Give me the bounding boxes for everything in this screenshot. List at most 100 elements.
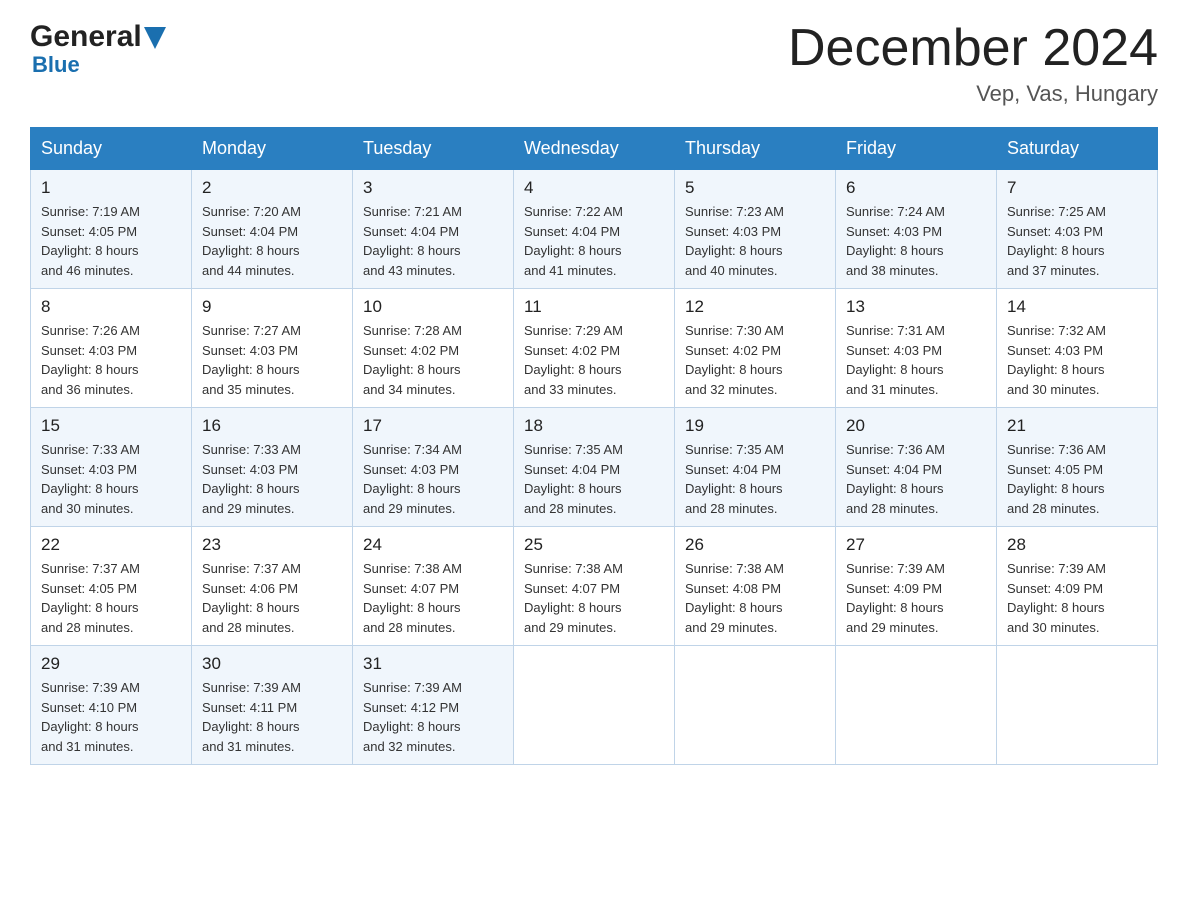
day-number: 7 — [1007, 178, 1147, 198]
header-tuesday: Tuesday — [353, 128, 514, 170]
table-row: 18 Sunrise: 7:35 AMSunset: 4:04 PMDayligh… — [514, 408, 675, 527]
day-number: 4 — [524, 178, 664, 198]
day-number: 12 — [685, 297, 825, 317]
table-row: 15 Sunrise: 7:33 AMSunset: 4:03 PMDayligh… — [31, 408, 192, 527]
day-info: Sunrise: 7:29 AMSunset: 4:02 PMDaylight:… — [524, 321, 664, 399]
table-row: 8 Sunrise: 7:26 AMSunset: 4:03 PMDaylight… — [31, 289, 192, 408]
day-number: 26 — [685, 535, 825, 555]
day-number: 18 — [524, 416, 664, 436]
table-row: 1 Sunrise: 7:19 AMSunset: 4:05 PMDaylight… — [31, 170, 192, 289]
table-row — [675, 646, 836, 765]
table-row: 7 Sunrise: 7:25 AMSunset: 4:03 PMDaylight… — [997, 170, 1158, 289]
day-info: Sunrise: 7:39 AMSunset: 4:09 PMDaylight:… — [1007, 559, 1147, 637]
table-row: 30 Sunrise: 7:39 AMSunset: 4:11 PMDayligh… — [192, 646, 353, 765]
day-info: Sunrise: 7:39 AMSunset: 4:11 PMDaylight:… — [202, 678, 342, 756]
day-info: Sunrise: 7:20 AMSunset: 4:04 PMDaylight:… — [202, 202, 342, 280]
day-number: 15 — [41, 416, 181, 436]
day-info: Sunrise: 7:28 AMSunset: 4:02 PMDaylight:… — [363, 321, 503, 399]
location: Vep, Vas, Hungary — [788, 81, 1158, 107]
table-row: 24 Sunrise: 7:38 AMSunset: 4:07 PMDayligh… — [353, 527, 514, 646]
day-info: Sunrise: 7:35 AMSunset: 4:04 PMDaylight:… — [524, 440, 664, 518]
header-saturday: Saturday — [997, 128, 1158, 170]
day-number: 31 — [363, 654, 503, 674]
title-area: December 2024 Vep, Vas, Hungary — [788, 20, 1158, 107]
day-number: 14 — [1007, 297, 1147, 317]
table-row: 31 Sunrise: 7:39 AMSunset: 4:12 PMDayligh… — [353, 646, 514, 765]
day-info: Sunrise: 7:33 AMSunset: 4:03 PMDaylight:… — [41, 440, 181, 518]
month-title: December 2024 — [788, 20, 1158, 77]
table-row: 16 Sunrise: 7:33 AMSunset: 4:03 PMDayligh… — [192, 408, 353, 527]
day-info: Sunrise: 7:39 AMSunset: 4:12 PMDaylight:… — [363, 678, 503, 756]
header-friday: Friday — [836, 128, 997, 170]
day-number: 27 — [846, 535, 986, 555]
day-number: 13 — [846, 297, 986, 317]
table-row: 12 Sunrise: 7:30 AMSunset: 4:02 PMDayligh… — [675, 289, 836, 408]
day-number: 5 — [685, 178, 825, 198]
table-row: 6 Sunrise: 7:24 AMSunset: 4:03 PMDaylight… — [836, 170, 997, 289]
table-row: 14Sunrise: 7:32 AMSunset: 4:03 PMDayligh… — [997, 289, 1158, 408]
day-info: Sunrise: 7:22 AMSunset: 4:04 PMDaylight:… — [524, 202, 664, 280]
day-info: Sunrise: 7:26 AMSunset: 4:03 PMDaylight:… — [41, 321, 181, 399]
day-number: 11 — [524, 297, 664, 317]
day-info: Sunrise: 7:39 AMSunset: 4:09 PMDaylight:… — [846, 559, 986, 637]
day-info: Sunrise: 7:31 AMSunset: 4:03 PMDaylight:… — [846, 321, 986, 399]
page-header: General Blue December 2024 Vep, Vas, Hun… — [30, 20, 1158, 107]
table-row: 29 Sunrise: 7:39 AMSunset: 4:10 PMDayligh… — [31, 646, 192, 765]
day-number: 2 — [202, 178, 342, 198]
table-row — [514, 646, 675, 765]
day-number: 28 — [1007, 535, 1147, 555]
day-info: Sunrise: 7:38 AMSunset: 4:07 PMDaylight:… — [363, 559, 503, 637]
calendar-body: 1 Sunrise: 7:19 AMSunset: 4:05 PMDaylight… — [31, 170, 1158, 765]
table-row: 10 Sunrise: 7:28 AMSunset: 4:02 PMDayligh… — [353, 289, 514, 408]
day-info: Sunrise: 7:24 AMSunset: 4:03 PMDaylight:… — [846, 202, 986, 280]
day-number: 1 — [41, 178, 181, 198]
table-row: 23 Sunrise: 7:37 AMSunset: 4:06 PMDayligh… — [192, 527, 353, 646]
header-monday: Monday — [192, 128, 353, 170]
day-info: Sunrise: 7:36 AMSunset: 4:05 PMDaylight:… — [1007, 440, 1147, 518]
logo-general: General — [30, 20, 142, 54]
day-number: 6 — [846, 178, 986, 198]
day-info: Sunrise: 7:35 AMSunset: 4:04 PMDaylight:… — [685, 440, 825, 518]
day-info: Sunrise: 7:37 AMSunset: 4:06 PMDaylight:… — [202, 559, 342, 637]
table-row: 4 Sunrise: 7:22 AMSunset: 4:04 PMDaylight… — [514, 170, 675, 289]
day-number: 8 — [41, 297, 181, 317]
day-number: 29 — [41, 654, 181, 674]
day-info: Sunrise: 7:33 AMSunset: 4:03 PMDaylight:… — [202, 440, 342, 518]
table-row: 28 Sunrise: 7:39 AMSunset: 4:09 PMDayligh… — [997, 527, 1158, 646]
day-number: 30 — [202, 654, 342, 674]
day-number: 24 — [363, 535, 503, 555]
day-info: Sunrise: 7:19 AMSunset: 4:05 PMDaylight:… — [41, 202, 181, 280]
table-row: 5Sunrise: 7:23 AMSunset: 4:03 PMDaylight… — [675, 170, 836, 289]
day-info: Sunrise: 7:21 AMSunset: 4:04 PMDaylight:… — [363, 202, 503, 280]
day-number: 21 — [1007, 416, 1147, 436]
day-number: 17 — [363, 416, 503, 436]
table-row: 22 Sunrise: 7:37 AMSunset: 4:05 PMDayligh… — [31, 527, 192, 646]
day-info: Sunrise: 7:30 AMSunset: 4:02 PMDaylight:… — [685, 321, 825, 399]
table-row: 17 Sunrise: 7:34 AMSunset: 4:03 PMDayligh… — [353, 408, 514, 527]
day-number: 23 — [202, 535, 342, 555]
table-row: 25Sunrise: 7:38 AMSunset: 4:07 PMDayligh… — [514, 527, 675, 646]
day-number: 25 — [524, 535, 664, 555]
table-row: 9 Sunrise: 7:27 AMSunset: 4:03 PMDaylight… — [192, 289, 353, 408]
day-number: 22 — [41, 535, 181, 555]
logo-arrow-icon — [144, 27, 166, 49]
day-info: Sunrise: 7:34 AMSunset: 4:03 PMDaylight:… — [363, 440, 503, 518]
day-info: Sunrise: 7:27 AMSunset: 4:03 PMDaylight:… — [202, 321, 342, 399]
day-info: Sunrise: 7:25 AMSunset: 4:03 PMDaylight:… — [1007, 202, 1147, 280]
table-row: 3 Sunrise: 7:21 AMSunset: 4:04 PMDaylight… — [353, 170, 514, 289]
day-number: 19 — [685, 416, 825, 436]
day-number: 3 — [363, 178, 503, 198]
table-row: 11 Sunrise: 7:29 AMSunset: 4:02 PMDayligh… — [514, 289, 675, 408]
header-wednesday: Wednesday — [514, 128, 675, 170]
day-number: 10 — [363, 297, 503, 317]
logo-blue: Blue — [32, 52, 80, 78]
calendar-header: Sunday Monday Tuesday Wednesday Thursday… — [31, 128, 1158, 170]
day-info: Sunrise: 7:37 AMSunset: 4:05 PMDaylight:… — [41, 559, 181, 637]
table-row: 20Sunrise: 7:36 AMSunset: 4:04 PMDayligh… — [836, 408, 997, 527]
day-info: Sunrise: 7:39 AMSunset: 4:10 PMDaylight:… — [41, 678, 181, 756]
table-row — [836, 646, 997, 765]
day-info: Sunrise: 7:38 AMSunset: 4:08 PMDaylight:… — [685, 559, 825, 637]
day-number: 16 — [202, 416, 342, 436]
day-number: 9 — [202, 297, 342, 317]
day-number: 20 — [846, 416, 986, 436]
